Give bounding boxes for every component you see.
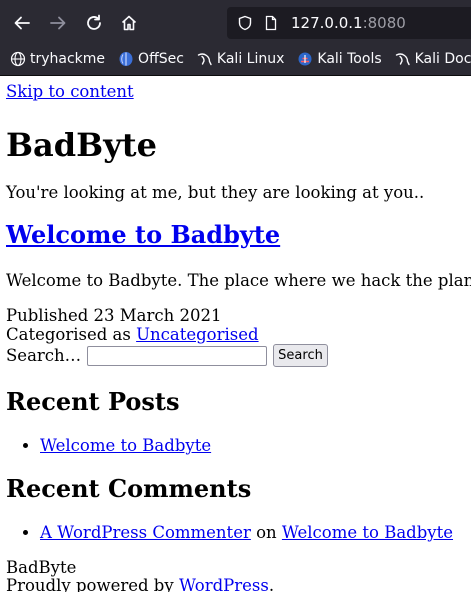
address-bar[interactable]: 127.0.0.1:8080 [227, 7, 471, 39]
bookmark-kali-linux[interactable]: Kali Linux [197, 51, 284, 67]
kali-dragon-icon [197, 51, 213, 67]
bookmark-label: Kali Tools [317, 51, 382, 67]
reload-button[interactable] [79, 8, 109, 38]
recent-comments-heading: Recent Comments [6, 474, 252, 503]
kali-tools-icon [297, 51, 313, 67]
bookmark-kali-docs[interactable]: Kali Docs [395, 51, 471, 67]
bookmarks-bar: tryhackme OffSec Kali Linux Kali Tools K… [0, 47, 471, 71]
globe-icon [10, 51, 26, 67]
offsec-icon [118, 51, 134, 67]
comment-connector: on [250, 523, 282, 542]
post-title: Welcome to Badbyte [6, 220, 280, 249]
recent-post-link[interactable]: Welcome to Badbyte [40, 436, 211, 455]
powered-suffix: . [268, 576, 275, 592]
recent-posts-heading: Recent Posts [6, 387, 180, 416]
url-port: :8080 [362, 14, 406, 32]
bookmark-label: Kali Linux [216, 51, 285, 67]
skip-to-content-link[interactable]: Skip to content [6, 82, 134, 101]
comment-author-link[interactable]: A WordPress Commenter [40, 523, 251, 542]
post-published-date: Published 23 March 2021 [6, 306, 222, 325]
back-button[interactable] [7, 8, 37, 38]
kali-dragon-icon [395, 51, 411, 67]
page-content: Skip to content BadByte You're looking a… [0, 76, 471, 592]
search-form: Search… Search [6, 344, 328, 367]
browser-toolbar: 127.0.0.1:8080 tryhackme OffSec Kali Lin… [0, 0, 471, 76]
list-item: Welcome to Badbyte [40, 436, 211, 455]
forward-button[interactable] [43, 8, 73, 38]
category-prefix: Categorised as [6, 325, 137, 344]
site-title: BadByte [6, 126, 157, 164]
bookmark-label: Kali Docs [414, 51, 471, 67]
footer-powered-by: Proudly powered by WordPress. [6, 576, 274, 592]
bookmark-label: OffSec [138, 51, 184, 67]
post-excerpt: Welcome to Badbyte. The place where we h… [6, 271, 471, 290]
arrow-right-icon [50, 16, 66, 30]
recent-comments-list: A WordPress Commenter on Welcome to Badb… [0, 523, 453, 542]
search-input[interactable] [87, 345, 268, 366]
search-button[interactable]: Search [273, 344, 328, 367]
list-item: A WordPress Commenter on Welcome to Badb… [40, 523, 453, 542]
bookmark-kali-tools[interactable]: Kali Tools [297, 51, 382, 67]
home-button[interactable] [114, 8, 144, 38]
category-link[interactable]: Uncategorised [136, 325, 258, 344]
footer-site-name: BadByte [6, 558, 77, 577]
search-label: Search… [6, 346, 82, 365]
powered-prefix: Proudly powered by [6, 576, 179, 592]
arrow-left-icon [14, 16, 30, 30]
page-icon[interactable] [263, 15, 279, 31]
bookmark-offsec[interactable]: OffSec [118, 51, 184, 67]
comment-post-link[interactable]: Welcome to Badbyte [282, 523, 453, 542]
bookmark-label: tryhackme [30, 51, 106, 67]
post-category: Categorised as Uncategorised [6, 325, 259, 344]
url-host: 127.0.0.1 [291, 14, 363, 32]
site-tagline: You're looking at me, but they are looki… [6, 183, 425, 202]
url-text[interactable]: 127.0.0.1:8080 [291, 14, 406, 32]
wordpress-link[interactable]: WordPress [179, 576, 269, 592]
home-icon [121, 15, 137, 31]
reload-icon [87, 14, 101, 30]
recent-posts-list: Welcome to Badbyte [0, 436, 211, 455]
bookmark-tryhackme[interactable]: tryhackme [10, 51, 105, 67]
post-title-link[interactable]: Welcome to Badbyte [6, 220, 280, 249]
shield-icon[interactable] [237, 15, 253, 31]
